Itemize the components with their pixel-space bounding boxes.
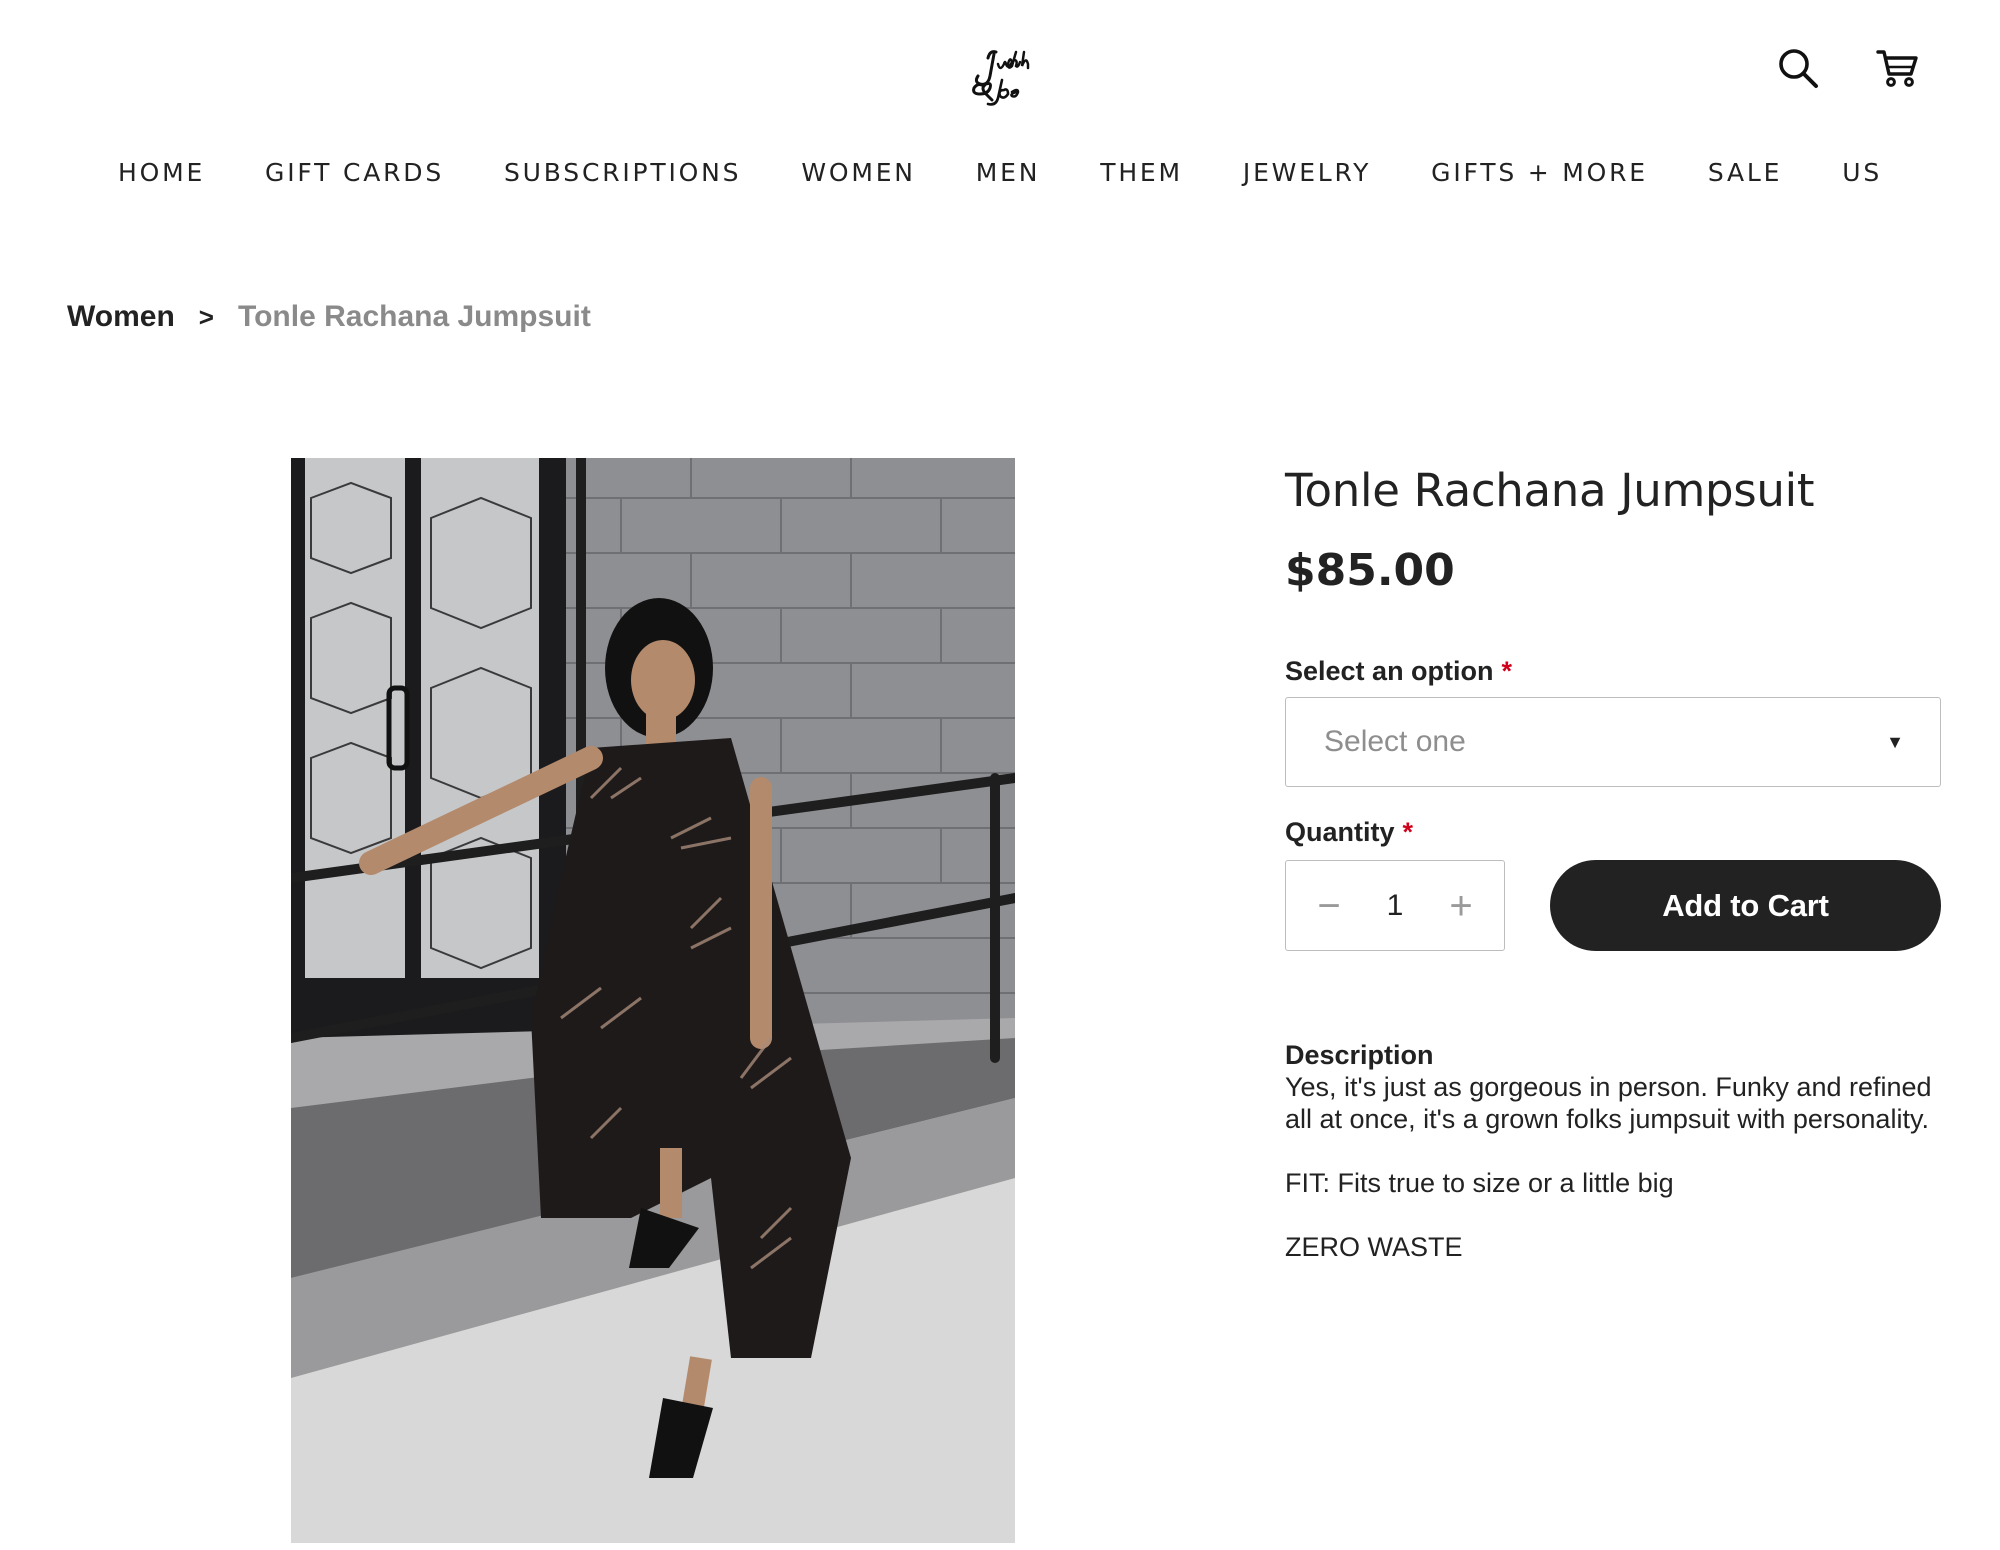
product-description: Description Yes, it's just as gorgeous i…: [1285, 1039, 1942, 1263]
product-info: Tonle Rachana Jumpsuit $85.00 Select an …: [1285, 458, 1942, 1295]
description-paragraph: Yes, it's just as gorgeous in person. Fu…: [1285, 1072, 1932, 1134]
quantity-input[interactable]: 1: [1387, 889, 1404, 923]
add-to-cart-button[interactable]: Add to Cart: [1550, 860, 1941, 951]
description-heading: Description: [1285, 1040, 1434, 1070]
nav-item-women[interactable]: WOMEN: [801, 158, 915, 187]
option-label-text: Select an option: [1285, 656, 1494, 686]
description-fit: FIT: Fits true to size or a little big: [1285, 1168, 1674, 1198]
required-marker: *: [1501, 656, 1513, 686]
description-zero-waste: ZERO WASTE: [1285, 1232, 1463, 1262]
cart-icon: [1876, 50, 1918, 87]
quantity-label-text: Quantity: [1285, 817, 1395, 847]
product-image[interactable]: [291, 458, 1015, 1543]
brand-logo[interactable]: [943, 38, 1057, 118]
nav-item-gift-cards[interactable]: GIFT CARDS: [265, 158, 444, 187]
nav-item-gifts-more[interactable]: GIFTS + MORE: [1431, 158, 1648, 187]
search-icon: [1779, 49, 1818, 88]
cart-button[interactable]: [1874, 44, 1922, 92]
product-price: $85.00: [1285, 545, 1455, 596]
product-photo: [291, 458, 1015, 1543]
main-navigation: HOME GIFT CARDS SUBSCRIPTIONS WOMEN MEN …: [0, 158, 2000, 187]
breadcrumb-separator: >: [198, 301, 214, 332]
search-button[interactable]: [1774, 44, 1822, 92]
quantity-stepper: − 1 +: [1285, 860, 1505, 951]
nav-item-sale[interactable]: SALE: [1708, 158, 1782, 187]
nav-item-home[interactable]: HOME: [118, 158, 205, 187]
nav-item-them[interactable]: THEM: [1100, 158, 1183, 187]
product-page: HOME GIFT CARDS SUBSCRIPTIONS WOMEN MEN …: [0, 0, 2000, 1550]
option-select[interactable]: Select one ▼: [1285, 697, 1941, 787]
quantity-row: − 1 + Add to Cart: [1285, 860, 1942, 951]
decrement-button[interactable]: −: [1314, 886, 1344, 926]
increment-button[interactable]: +: [1446, 886, 1476, 926]
breadcrumb-current: Tonle Rachana Jumpsuit: [237, 300, 591, 333]
nav-item-us[interactable]: US: [1842, 158, 1882, 187]
required-marker: *: [1402, 817, 1414, 847]
nav-item-men[interactable]: MEN: [976, 158, 1040, 187]
breadcrumb-women-link[interactable]: Women: [67, 300, 175, 334]
nav-item-subscriptions[interactable]: SUBSCRIPTIONS: [504, 158, 741, 187]
chevron-down-icon: ▼: [1886, 731, 1904, 752]
product-title: Tonle Rachana Jumpsuit: [1285, 464, 1815, 517]
nav-item-jewelry[interactable]: JEWELRY: [1243, 158, 1371, 187]
header-actions: [1774, 44, 1922, 92]
breadcrumb: Women > Tonle Rachana Jumpsuit: [67, 300, 591, 334]
quantity-label: Quantity *: [1285, 817, 1942, 848]
option-select-placeholder: Select one: [1324, 725, 1466, 758]
option-label: Select an option *: [1285, 656, 1942, 687]
brand-logo-script: [972, 50, 1030, 106]
